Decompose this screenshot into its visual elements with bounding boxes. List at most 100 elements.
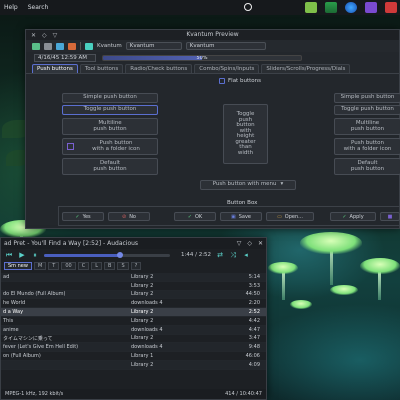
list-item[interactable]: do El Mundo (Full Album) Library 2 44:50 <box>1 290 266 300</box>
default-push-button[interactable]: Default push button <box>62 158 158 175</box>
track-title: he World <box>3 300 26 307</box>
date-time-field[interactable]: 4/16/45 12:59 AM <box>34 53 96 62</box>
save-button[interactable]: ▣ Save <box>220 212 262 221</box>
audacious-titlebar[interactable]: ad Pret - You'll Find a Way [2:52] - Aud… <box>1 238 266 249</box>
yes-button[interactable]: ✓ Yes <box>62 212 104 221</box>
playlist-tab[interactable]: L <box>91 262 103 270</box>
no-button[interactable]: ⊘ No <box>108 212 150 221</box>
multiline-push-button-right[interactable]: Multiline push button <box>334 118 400 135</box>
tab-push-buttons[interactable]: Push buttons <box>32 64 78 73</box>
mushroom-decoration <box>330 285 358 295</box>
push-button-with-menu[interactable]: Push button with menu ▾ <box>200 180 296 190</box>
repeat-icon[interactable]: ⇄ <box>216 251 224 259</box>
restore-icon[interactable]: ◇ <box>247 240 252 247</box>
play-icon[interactable]: ▶ <box>18 251 26 259</box>
seek-bar[interactable] <box>44 251 170 258</box>
menu-button-label: Push button with menu <box>212 181 277 188</box>
status-format: MPEG-1 kHz, 192 kbit/s <box>5 391 64 397</box>
track-album: downloads 4 <box>131 344 163 351</box>
previous-icon[interactable]: ⏮ <box>5 251 13 259</box>
settings-icon[interactable] <box>68 42 76 50</box>
top-panel: Help Search <box>0 0 400 15</box>
playlist-tabs: Sm new M T 00 C L B S ? <box>1 261 266 271</box>
flat-buttons-label: Flat buttons <box>228 78 261 84</box>
playlist-tab[interactable]: M <box>33 262 47 270</box>
playlist-tab[interactable]: 00 <box>61 262 76 270</box>
playlist-tab[interactable]: B <box>104 262 116 270</box>
no-label: No <box>129 213 136 220</box>
folder-push-button[interactable]: Push button with a folder icon <box>62 138 158 155</box>
folder-open-icon: ▭ <box>277 213 282 220</box>
list-item[interactable]: Library 2 3:53 <box>1 282 266 291</box>
list-item[interactable]: anime downloads 4 4:47 <box>1 325 266 335</box>
simple-push-button-right[interactable]: Simple push button <box>334 93 400 103</box>
open-label: Open... <box>284 213 303 220</box>
tab-bar: Push buttons Tool buttons Radio/Check bu… <box>26 63 399 74</box>
folder-icon[interactable] <box>305 2 317 13</box>
minimize-icon[interactable]: ▽ <box>237 240 242 247</box>
playlist-tab[interactable]: C <box>77 262 90 270</box>
system-tray <box>305 2 397 13</box>
simple-push-button[interactable]: Simple push button <box>62 93 158 103</box>
track-album: Library 2 <box>131 273 154 280</box>
list-item-selected[interactable]: d a Way Library 2 2:52 <box>1 308 266 317</box>
track-title: This <box>3 317 14 324</box>
flat-buttons-checkbox[interactable]: Flat buttons <box>219 78 261 84</box>
track-title: ad <box>3 273 10 280</box>
playlist-tab[interactable]: Sm new <box>4 262 32 270</box>
volume-icon[interactable]: ◂ <box>242 251 250 259</box>
tab-sliders[interactable]: Sliders/Scrolls/Progress/Dials <box>261 64 351 73</box>
list-item[interactable]: on (Full Album) Library 1 46:06 <box>1 352 266 361</box>
kvantum-icon[interactable] <box>85 42 93 50</box>
list-item[interactable]: he World downloads 4 2:20 <box>1 299 266 309</box>
tab-radio-check[interactable]: Radio/Check buttons <box>125 64 193 73</box>
open-button[interactable]: ▭ Open... <box>266 212 314 221</box>
default-push-button-right[interactable]: Default push button <box>334 158 400 175</box>
tab-combo-spins[interactable]: Combo/Spins/Inputs <box>194 64 260 73</box>
track-length: 3:53 <box>248 282 260 289</box>
list-item[interactable]: fever (Let's Give Em Hell Edit) downloads… <box>1 343 266 353</box>
window-titlebar[interactable]: ✕ ◇ ▽ Kvantum Preview <box>26 30 399 40</box>
browser-icon[interactable] <box>345 2 357 13</box>
folder-icon <box>67 143 74 150</box>
playlist-tab[interactable]: S <box>117 262 129 270</box>
menu-search[interactable]: Search <box>28 4 49 11</box>
track-length: 3:47 <box>248 335 260 342</box>
track-album: downloads 4 <box>131 300 163 307</box>
check-icon: ✓ <box>75 213 80 220</box>
ok-button[interactable]: ✓ OK <box>174 212 216 221</box>
audacious-window: ad Pret - You'll Find a Way [2:52] - Aud… <box>0 237 267 400</box>
toggle-push-button-right[interactable]: Toggle push button <box>334 105 400 115</box>
red-app-icon[interactable] <box>385 2 397 13</box>
pause-icon[interactable]: ⏸ <box>31 251 39 259</box>
time-display: 1:44 / 2:52 <box>181 252 212 258</box>
list-item[interactable]: タイムマシンに乗って Library 2 3:47 <box>1 335 266 344</box>
apply-button[interactable]: ✓ Apply <box>330 212 376 221</box>
style-combo[interactable]: Kvantum <box>185 42 266 50</box>
extra-button[interactable]: ■ <box>380 212 400 221</box>
list-item[interactable]: Library 2 4:09 <box>1 360 266 370</box>
checkbox-box[interactable] <box>219 78 225 84</box>
edit-icon[interactable] <box>44 42 52 50</box>
list-item[interactable]: This Library 2 4:42 <box>1 317 266 326</box>
playlist-tab[interactable]: ? <box>130 262 142 270</box>
record-icon[interactable] <box>244 3 252 11</box>
playlist-tab[interactable]: T <box>48 262 60 270</box>
toolbar-label: Kvantum <box>97 43 122 49</box>
purple-app-icon[interactable] <box>365 2 377 13</box>
folder-push-button-right[interactable]: Push button with a folder icon <box>334 138 400 155</box>
track-album: Library 2 <box>131 291 154 298</box>
menu-help[interactable]: Help <box>4 4 18 11</box>
multiline-push-button[interactable]: Multiline push button <box>62 118 158 135</box>
theme-combo[interactable]: Kvantum <box>125 42 182 50</box>
app-icon[interactable] <box>32 42 40 50</box>
list-item[interactable]: ad Library 2 5:14 <box>1 273 266 282</box>
shuffle-icon[interactable]: ⤨ <box>229 251 237 259</box>
toggle-push-button[interactable]: Toggle push button <box>62 105 158 115</box>
close-icon[interactable]: ✕ <box>258 240 263 247</box>
chart-icon[interactable] <box>325 2 337 13</box>
tall-toggle-push-button[interactable]: Toggle push button with height greater t… <box>223 104 268 164</box>
tool-icon[interactable] <box>56 42 64 50</box>
seek-handle[interactable] <box>117 251 124 258</box>
tab-tool-buttons[interactable]: Tool buttons <box>79 64 124 73</box>
